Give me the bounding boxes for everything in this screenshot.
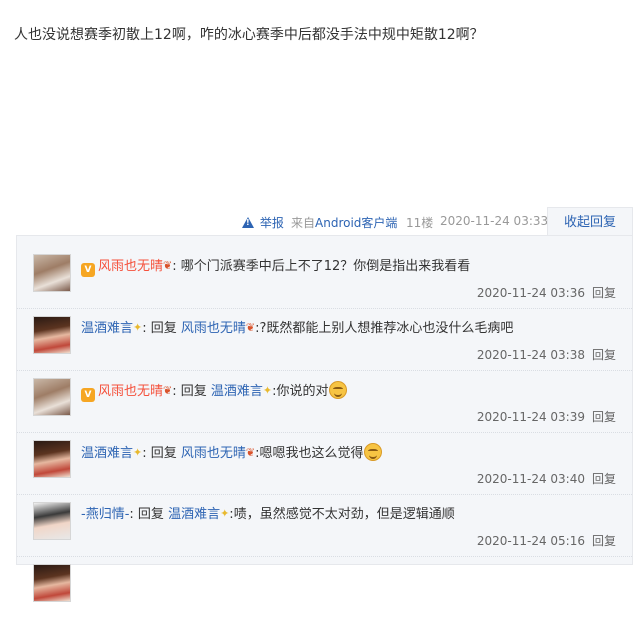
post-content: 人也没说想赛季初散上12啊，咋的冰心赛季中后都没手法中规中矩散12啊？ — [14, 27, 484, 43]
maple-leaf-icon: ❦ — [163, 384, 173, 397]
source-prefix: 来自 — [291, 216, 316, 230]
avatar[interactable] — [33, 254, 71, 292]
colon: : — [172, 259, 181, 274]
user-name-link[interactable]: 温酒难言 — [81, 321, 133, 336]
reply-footer: 2020-11-24 03:40 回复 — [477, 470, 616, 487]
reply-line: V 风雨也无晴❦: 回复 温酒难言✦:你说的对 — [81, 381, 347, 402]
list-item: 温酒难言✦: 回复 风雨也无晴❦:嗯嗯我也这么觉得 2020-11-24 03:… — [17, 432, 632, 495]
list-item: 温酒难言✦: 回复 风雨也无晴❦:?既然都能上别人想推荐冰心也没什么毛病吧 20… — [17, 308, 632, 371]
sparkle-icon: ✦ — [133, 321, 143, 334]
post-source: 来自Android客户端 — [291, 214, 397, 231]
reply-prefix: 回复 — [180, 384, 207, 399]
vip-badge-icon: V — [81, 263, 95, 277]
reply-footer: 2020-11-24 03:38 回复 — [477, 346, 616, 363]
reply-list: V 风雨也无晴❦: 哪个门派赛季中后上不了12？你倒是指出来我看看 2020-11… — [16, 235, 633, 602]
reply-line: -燕归情-: 回复 温酒难言✦:啧，虽然感觉不太对劲，但是逻辑通顺 — [81, 505, 455, 524]
reply-prefix: 回复 — [137, 507, 164, 522]
report-label: 举报 — [259, 216, 284, 230]
avatar[interactable] — [33, 502, 71, 540]
reply-button[interactable]: 回复 — [592, 348, 616, 362]
smiley-emoji-icon — [328, 381, 347, 399]
user-name-link[interactable]: 风雨也无晴 — [98, 259, 163, 274]
reply-button[interactable]: 回复 — [592, 286, 616, 300]
smiley-emoji-icon — [363, 443, 382, 461]
reply-button[interactable]: 回复 — [592, 410, 616, 424]
list-item: V 风雨也无晴❦: 哪个门派赛季中后上不了12？你倒是指出来我看看 2020-11… — [17, 246, 632, 309]
colon: : — [172, 384, 181, 399]
maple-leaf-icon: ❦ — [245, 321, 256, 334]
reply-text: 啧，虽然感觉不太对劲，但是逻辑通顺 — [233, 507, 455, 522]
report-link[interactable]: 举报 — [242, 214, 284, 231]
maple-leaf-icon: ❦ — [163, 259, 173, 272]
list-item: V 风雨也无晴❦: 回复 温酒难言✦:你说的对 2020-11-24 03:39 回… — [17, 370, 632, 433]
sparkle-icon: ✦ — [262, 384, 273, 397]
maple-leaf-icon: ❦ — [245, 446, 256, 459]
reply-to-user-link[interactable]: 温酒难言 — [168, 507, 220, 522]
avatar[interactable] — [33, 440, 71, 478]
avatar[interactable] — [33, 378, 71, 416]
user-name-link[interactable]: -燕归情- — [81, 507, 129, 522]
reply-line: V 风雨也无晴❦: 哪个门派赛季中后上不了12？你倒是指出来我看看 — [81, 257, 470, 277]
reply-to-user-link[interactable]: 风雨也无晴 — [181, 446, 246, 461]
reply-text: 嗯嗯我也这么觉得 — [259, 446, 364, 461]
warning-icon — [242, 217, 254, 228]
colon: : — [142, 446, 151, 461]
reply-line: 温酒难言✦: 回复 风雨也无晴❦:嗯嗯我也这么觉得 — [81, 443, 382, 463]
list-item — [17, 556, 632, 618]
reply-text: 你说的对 — [276, 384, 329, 399]
reply-time: 2020-11-24 03:36 — [476, 286, 585, 300]
reply-text: 哪个门派赛季中后上不了12？你倒是指出来我看看 — [180, 259, 471, 274]
collapse-replies-button[interactable]: 收起回复 — [547, 207, 633, 237]
avatar[interactable] — [33, 564, 71, 602]
post-floor: 11楼 — [406, 216, 434, 230]
reply-button[interactable]: 回复 — [592, 472, 616, 486]
sparkle-icon: ✦ — [133, 446, 143, 459]
reply-time: 2020-11-24 03:38 — [476, 348, 585, 362]
reply-time: 2020-11-24 05:16 — [476, 534, 585, 548]
reply-time: 2020-11-24 03:39 — [476, 410, 585, 424]
reply-prefix: 回复 — [150, 321, 177, 336]
reply-footer: 2020-11-24 03:39 回复 — [477, 408, 616, 425]
sparkle-icon: ✦ — [220, 507, 230, 520]
reply-to-user-link[interactable]: 风雨也无晴 — [181, 321, 246, 336]
post-time: 2020-11-24 03:33 — [440, 214, 549, 228]
reply-footer: 2020-11-24 03:36 回复 — [477, 284, 616, 301]
reply-to-user-link[interactable]: 温酒难言 — [211, 384, 263, 399]
source-client-link[interactable]: Android客户端 — [315, 216, 397, 230]
reply-text: ?既然都能上别人想推荐冰心也没什么毛病吧 — [259, 321, 514, 336]
colon: : — [129, 507, 138, 522]
reply-footer: 2020-11-24 05:16 回复 — [477, 532, 616, 549]
list-item: -燕归情-: 回复 温酒难言✦:啧，虽然感觉不太对劲，但是逻辑通顺 2020-1… — [17, 494, 632, 557]
colon: : — [142, 321, 151, 336]
reply-line: 温酒难言✦: 回复 风雨也无晴❦:?既然都能上别人想推荐冰心也没什么毛病吧 — [81, 319, 513, 338]
avatar[interactable] — [33, 316, 71, 354]
reply-prefix: 回复 — [150, 446, 177, 461]
post-meta-bar: 举报 来自Android客户端 11楼 2020-11-24 03:33 收起回… — [0, 207, 640, 237]
reply-button[interactable]: 回复 — [592, 534, 616, 548]
user-name-link[interactable]: 风雨也无晴 — [98, 384, 163, 399]
user-name-link[interactable]: 温酒难言 — [81, 446, 133, 461]
reply-time: 2020-11-24 03:40 — [476, 472, 585, 486]
vip-badge-icon: V — [81, 388, 95, 402]
